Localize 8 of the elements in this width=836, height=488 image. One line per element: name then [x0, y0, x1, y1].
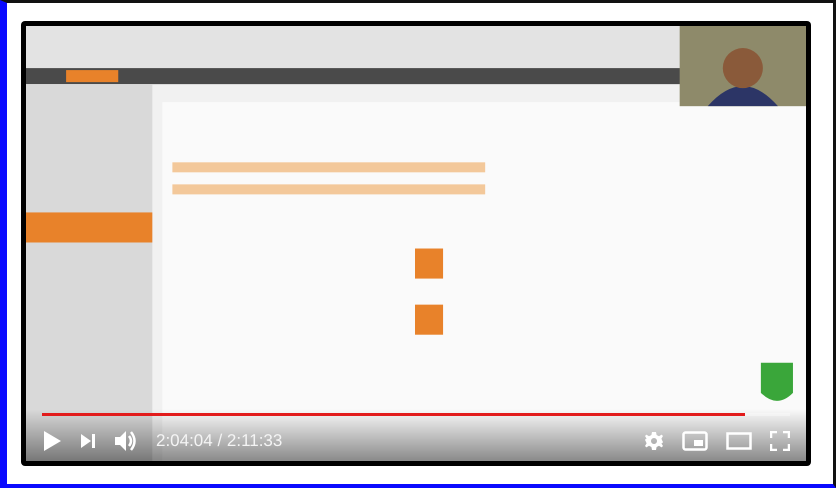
play-button[interactable] [42, 430, 62, 452]
next-button[interactable] [80, 433, 96, 449]
fullscreen-button[interactable] [770, 431, 790, 451]
theater-mode-button[interactable] [726, 432, 752, 450]
volume-button[interactable] [114, 430, 138, 452]
miniplayer-button[interactable] [682, 431, 708, 451]
settings-button[interactable] [644, 431, 664, 451]
time-display: 2:04:04 / 2:11:33 [156, 431, 282, 451]
